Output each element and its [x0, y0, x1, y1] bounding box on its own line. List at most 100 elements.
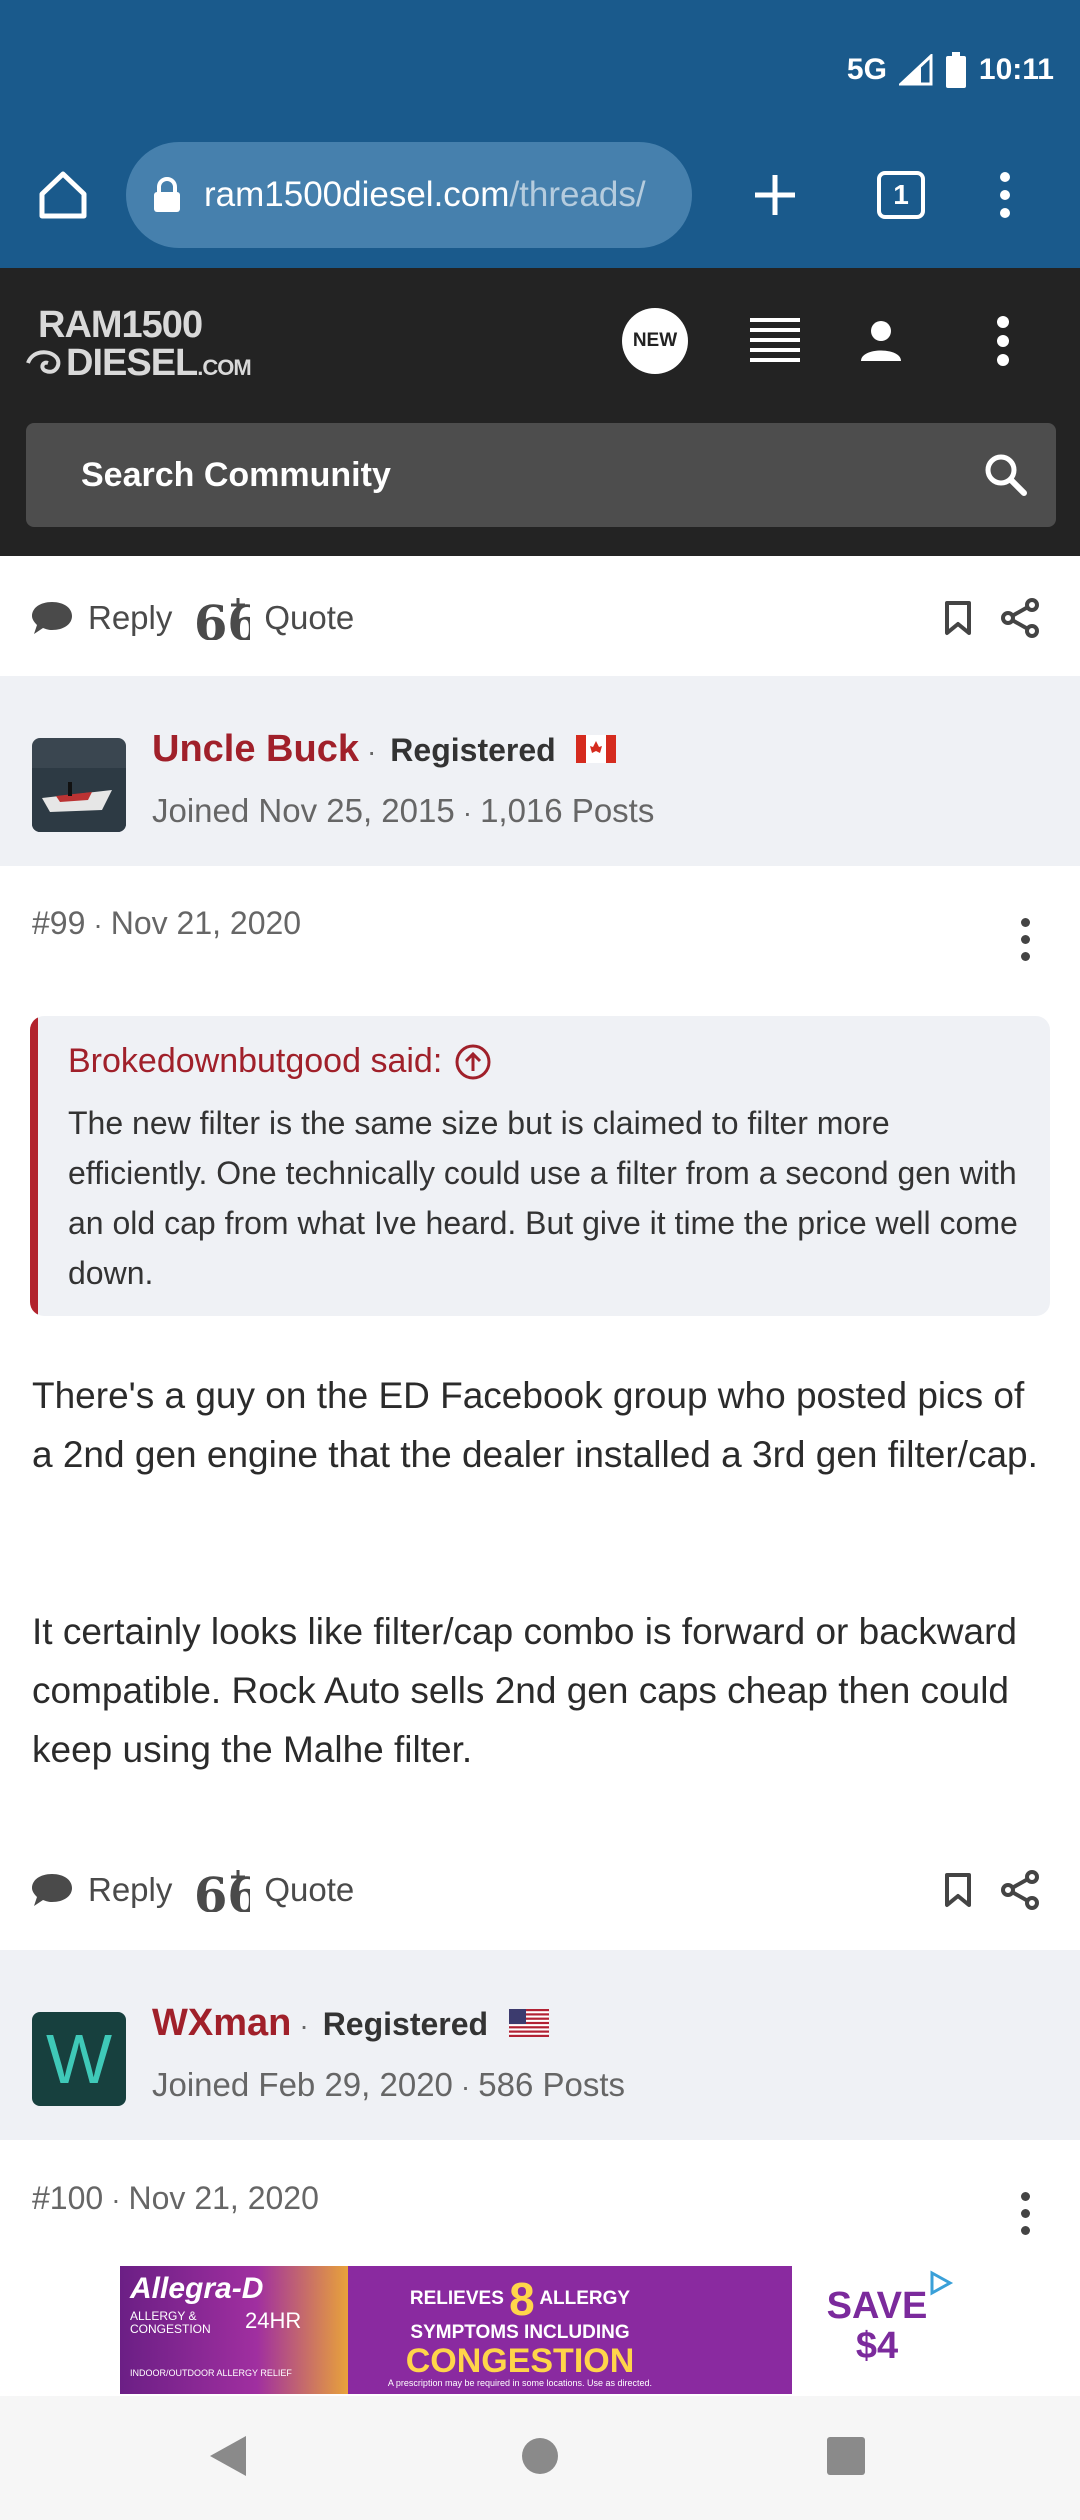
ad-brand: Allegra-D	[130, 2272, 264, 2305]
quote-label: Quote	[264, 1871, 355, 1908]
system-nav-bar	[0, 2396, 1080, 2520]
quote-text: The new filter is the same size but is c…	[68, 1105, 1018, 1291]
site-menu-button[interactable]	[968, 306, 1038, 376]
quote-plus-icon: 66	[194, 1868, 250, 1912]
browser-menu-button[interactable]	[970, 160, 1040, 230]
post-options-button[interactable]	[1020, 2192, 1030, 2243]
post-date: Nov 21, 2020	[110, 905, 302, 941]
home-nav-button[interactable]	[518, 2432, 562, 2485]
home-icon	[39, 171, 87, 219]
ad-brand-sub-2: CONGESTION	[130, 2322, 211, 2336]
post-options-button[interactable]	[1020, 918, 1030, 969]
signal-icon	[898, 54, 933, 86]
url-text: ram1500diesel.com/threads/	[204, 175, 646, 215]
ad-line3: CONGESTION	[405, 2342, 635, 2380]
tab-switcher-button[interactable]: 1	[866, 160, 936, 230]
more-vert-icon	[997, 316, 1009, 366]
status-bar: 5G 10:11	[0, 0, 1080, 140]
browser-toolbar: ram1500diesel.com/threads/ 1	[0, 140, 1080, 268]
list-icon	[750, 318, 800, 362]
post-count: 1,016 Posts	[480, 792, 655, 829]
svg-text:66: 66	[194, 596, 250, 640]
reply-label: Reply	[88, 1871, 173, 1908]
ad-line1a: RELIEVES	[409, 2288, 504, 2310]
username-link[interactable]: WXman	[152, 2002, 291, 2044]
ad-save-amount: $4	[855, 2325, 899, 2367]
battery-icon	[945, 52, 966, 88]
post-author-band: Uncle Buck · Registered Joined Nov 25, 201…	[0, 676, 1080, 866]
quote-plus-icon: 66	[194, 596, 250, 640]
author-meta: Joined Feb 29, 2020 · 586 Posts	[152, 2066, 625, 2103]
url-path: /threads/	[509, 175, 646, 214]
quote-label: Quote	[264, 599, 355, 636]
reply-button[interactable]: Reply	[30, 1870, 172, 1910]
ad-message: RELIEVES 8 ALLERGY SYMPTOMS INCLUDING CO…	[370, 2272, 670, 2388]
avatar-boat-image	[32, 738, 126, 832]
quote-accent-bar	[30, 1016, 38, 1316]
new-tab-button[interactable]	[740, 160, 810, 230]
post-number-date: #100 · Nov 21, 2020	[32, 2180, 319, 2216]
post-number[interactable]: #100	[32, 2180, 103, 2216]
avatar[interactable]	[32, 738, 126, 832]
joined-date: Joined Nov 25, 2015	[152, 792, 455, 829]
lock-icon	[154, 177, 180, 212]
quote-block: Brokedownbutgood said: The new filter is…	[30, 1016, 1050, 1316]
us-flag-icon	[508, 2009, 549, 2037]
network-type: 5G	[846, 53, 887, 86]
post-actions-top: Reply 66 Quote	[0, 560, 1080, 676]
share-icon[interactable]	[1000, 598, 1040, 638]
recents-button[interactable]	[824, 2432, 868, 2485]
bookmark-icon[interactable]	[944, 1872, 972, 1908]
new-badge-label: NEW	[632, 330, 678, 351]
more-vert-icon	[1000, 172, 1010, 218]
address-bar[interactable]: ram1500diesel.com/threads/	[126, 142, 692, 248]
logo-word: DIESEL	[66, 342, 198, 384]
quote-button[interactable]: 66 Quote	[194, 1868, 354, 1912]
search-input[interactable]: Search Community	[26, 423, 1056, 527]
ad-brand-sub: ALLERGY & CONGESTION	[130, 2310, 211, 2336]
site-logo[interactable]: RAM1500 DIESEL.COM	[26, 306, 252, 387]
avatar[interactable]: W	[32, 2012, 126, 2106]
arrow-up-circle-icon	[455, 1044, 491, 1079]
tab-count: 1	[893, 179, 909, 210]
avatar-letter: W	[45, 2020, 113, 2098]
back-triangle-icon	[210, 2436, 246, 2476]
search-button[interactable]	[982, 451, 1028, 502]
ad-brand-panel: Allegra-D ALLERGY & CONGESTION 24HR INDOO…	[120, 2266, 348, 2394]
share-icon[interactable]	[1000, 1870, 1040, 1910]
comment-icon	[32, 602, 72, 634]
author-line: WXman · Registered	[152, 2002, 549, 2045]
ad-indoor: INDOOR/OUTDOOR ALLERGY RELIEF	[130, 2368, 292, 2378]
reply-button[interactable]: Reply	[30, 598, 172, 638]
post-actions: Reply 66 Quote	[0, 1832, 1080, 1948]
back-button[interactable]	[206, 2432, 250, 2485]
ad-choices-icon[interactable]	[928, 2270, 954, 2296]
ad-line1b: ALLERGY	[539, 2288, 631, 2310]
post-count: 586 Posts	[478, 2066, 625, 2103]
account-button[interactable]	[846, 306, 916, 376]
search-icon	[985, 454, 1027, 496]
site-header: RAM1500 DIESEL.COM NEW Search Community	[0, 268, 1080, 556]
forum-list-button[interactable]	[740, 306, 810, 376]
username-link[interactable]: Uncle Buck	[152, 728, 359, 770]
url-host: ram1500diesel.com	[204, 175, 510, 214]
post-paragraph: It certainly looks like filter/cap combo…	[32, 1611, 1017, 1770]
quote-button[interactable]: 66 Quote	[194, 596, 354, 640]
logo-line2: DIESEL.COM	[26, 342, 252, 387]
search-placeholder: Search Community	[81, 455, 391, 494]
home-circle-icon	[522, 2438, 558, 2474]
post-number[interactable]: #99	[32, 905, 85, 941]
ad-big-number: 8	[509, 2273, 535, 2325]
ad-banner[interactable]: Allegra-D ALLERGY & CONGESTION 24HR INDOO…	[120, 2266, 962, 2394]
tab-count-box: 1	[877, 171, 925, 219]
ad-hours: 24HR	[245, 2308, 302, 2333]
new-badge-icon: NEW	[622, 308, 688, 374]
user-icon	[861, 321, 901, 361]
quote-author[interactable]: Brokedownbutgood said:	[68, 1042, 492, 1081]
ram-head-icon	[26, 350, 61, 374]
bookmark-icon[interactable]	[944, 600, 972, 636]
new-posts-button[interactable]: NEW	[620, 306, 690, 376]
home-button[interactable]	[28, 160, 98, 230]
clock: 10:11	[978, 53, 1054, 86]
quote-author-name: Brokedownbutgood said:	[68, 1042, 443, 1080]
